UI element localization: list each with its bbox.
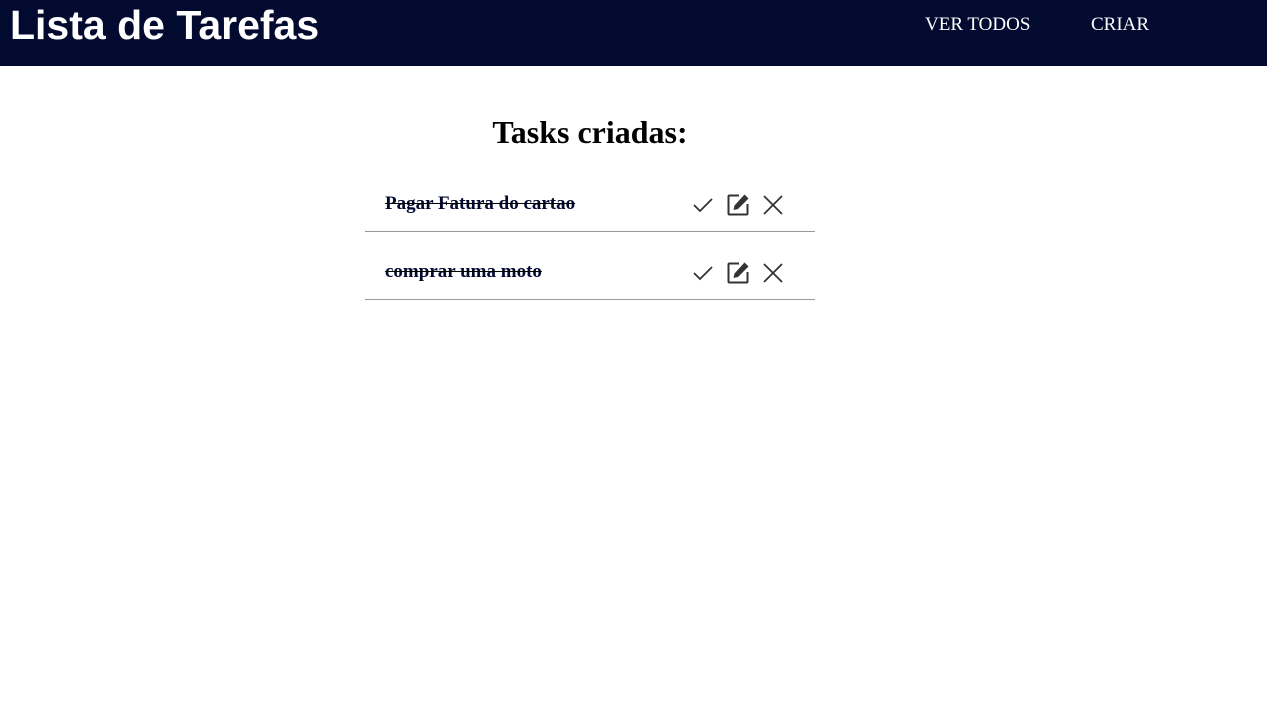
edit-icon[interactable] xyxy=(725,260,751,286)
task-item: comprar uma moto xyxy=(365,248,815,300)
page-heading: Tasks criadas: xyxy=(492,114,688,150)
nav-create-link[interactable]: CRIAR xyxy=(1091,14,1149,36)
task-title: comprar uma moto xyxy=(385,261,542,282)
edit-icon[interactable] xyxy=(725,192,751,218)
nav-view-all-link[interactable]: VER TODOS xyxy=(925,14,1030,36)
task-title: Pagar Fatura do cartao xyxy=(385,193,576,214)
task-actions xyxy=(690,192,795,218)
task-actions xyxy=(690,260,795,286)
close-icon[interactable] xyxy=(760,260,786,286)
check-icon[interactable] xyxy=(690,260,716,286)
check-icon[interactable] xyxy=(690,192,716,218)
close-icon[interactable] xyxy=(760,192,786,218)
top-navbar: Lista de Tarefas VER TODOS CRIAR xyxy=(0,0,1267,66)
task-list: Pagar Fatura do cartao comprar uma moto xyxy=(365,180,815,316)
task-item: Pagar Fatura do cartao xyxy=(365,180,815,232)
app-title: Lista de Tarefas xyxy=(10,2,320,48)
